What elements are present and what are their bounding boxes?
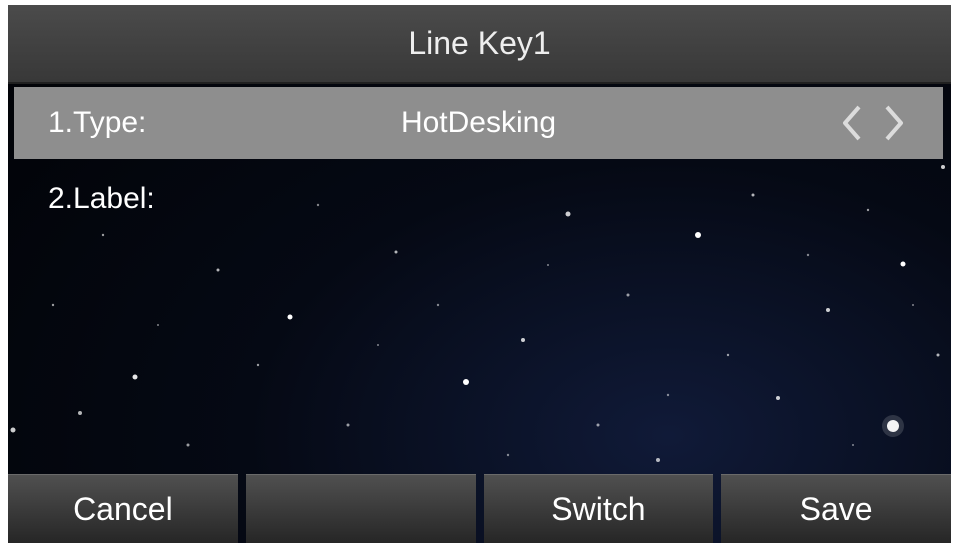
- save-softkey[interactable]: Save: [721, 474, 951, 543]
- blank-softkey[interactable]: [245, 474, 476, 543]
- chevron-right-icon[interactable]: [877, 103, 911, 143]
- softkey-bar: Cancel Switch Save: [8, 474, 951, 543]
- field-label-label: 2.Label:: [48, 182, 155, 215]
- field-value-type: HotDesking: [400, 106, 557, 139]
- chevron-left-icon[interactable]: [835, 103, 869, 143]
- field-label-type: 1.Type:: [48, 106, 147, 139]
- page-title: Line Key1: [408, 25, 551, 61]
- switch-softkey[interactable]: Switch: [483, 474, 714, 543]
- phone-screen: Line Key1 1.Type: HotDesking 2.Label: Ca…: [8, 5, 951, 543]
- field-row-type[interactable]: 1.Type: HotDesking: [14, 87, 943, 159]
- starfield-stars: [10, 165, 945, 462]
- title-bar: Line Key1: [8, 5, 951, 84]
- value-switcher: [835, 103, 911, 143]
- cancel-softkey[interactable]: Cancel: [8, 474, 238, 543]
- field-row-label[interactable]: 2.Label:: [14, 163, 943, 235]
